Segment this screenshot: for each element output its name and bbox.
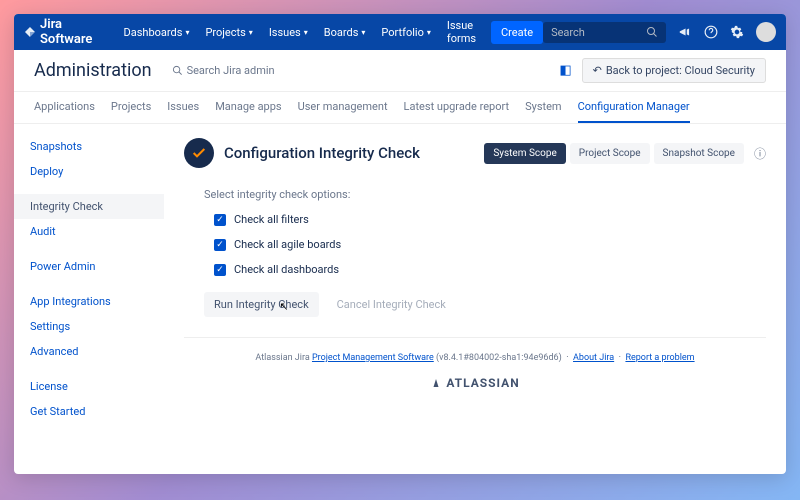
chevron-down-icon: ▾: [185, 28, 189, 37]
action-buttons: Run Integrity Check ↖ Cancel Integrity C…: [204, 292, 766, 317]
search-placeholder: Search: [551, 26, 646, 39]
integrity-check-icon: [184, 138, 214, 168]
search-icon: [172, 65, 183, 76]
option-agile-boards[interactable]: ✓ Check all agile boards: [214, 238, 766, 251]
checkbox-icon[interactable]: ✓: [214, 239, 226, 251]
global-search-input[interactable]: Search: [543, 22, 666, 43]
feedback-icon[interactable]: ◧: [559, 63, 571, 78]
scope-project-button[interactable]: Project Scope: [570, 143, 650, 164]
nav-issues[interactable]: Issues▾: [262, 22, 315, 43]
sidebar-item-settings[interactable]: Settings: [14, 314, 164, 339]
checkbox-icon[interactable]: ✓: [214, 264, 226, 276]
tab-user-management[interactable]: User management: [298, 92, 388, 123]
app-window: Jira Software Dashboards▾ Projects▾ Issu…: [14, 14, 786, 474]
divider: [184, 337, 766, 338]
sidebar-item-integrity-check[interactable]: Integrity Check: [14, 194, 164, 219]
atlassian-logo: ATLASSIAN: [184, 376, 766, 390]
about-jira-link[interactable]: About Jira: [573, 353, 614, 363]
search-icon: [646, 26, 658, 38]
pm-software-link[interactable]: Project Management Software: [312, 353, 434, 363]
sidebar-item-license[interactable]: License: [14, 374, 164, 399]
page-header: Configuration Integrity Check System Sco…: [184, 138, 766, 168]
sidebar-item-app-integrations[interactable]: App Integrations: [14, 289, 164, 314]
sidebar-item-get-started[interactable]: Get Started: [14, 399, 164, 424]
top-icons: [678, 22, 776, 42]
tab-configuration-manager[interactable]: Configuration Manager: [578, 92, 690, 123]
sidebar: Snapshots Deploy Integrity Check Audit P…: [14, 124, 164, 474]
nav-items: Dashboards▾ Projects▾ Issues▾ Boards▾ Po…: [117, 15, 544, 49]
jira-logo[interactable]: Jira Software: [24, 17, 107, 47]
nav-issue-forms[interactable]: Issue forms: [440, 15, 483, 49]
help-icon[interactable]: ⓘ: [754, 145, 766, 162]
tab-upgrade-report[interactable]: Latest upgrade report: [404, 92, 510, 123]
scope-buttons: System Scope Project Scope Snapshot Scop…: [484, 143, 766, 164]
avatar[interactable]: [756, 22, 776, 42]
chevron-down-icon: ▾: [427, 28, 431, 37]
tab-issues[interactable]: Issues: [167, 92, 199, 123]
back-to-project-button[interactable]: ↶ Back to project: Cloud Security: [582, 58, 766, 83]
atlassian-icon: [430, 377, 442, 389]
help-icon[interactable]: [704, 25, 718, 39]
options-label: Select integrity check options:: [204, 188, 766, 201]
product-name: Jira Software: [40, 17, 107, 47]
tab-system[interactable]: System: [525, 92, 562, 123]
nav-dashboards[interactable]: Dashboards▾: [117, 22, 197, 43]
scope-system-button[interactable]: System Scope: [484, 143, 565, 164]
chevron-down-icon: ▾: [249, 28, 253, 37]
report-problem-link[interactable]: Report a problem: [625, 353, 694, 363]
tab-projects[interactable]: Projects: [111, 92, 151, 123]
page-heading: Administration: [34, 60, 152, 81]
footer: Atlassian Jira Project Management Softwa…: [184, 350, 766, 366]
cursor-icon: ↖: [279, 300, 288, 313]
main-content: Configuration Integrity Check System Sco…: [164, 124, 786, 474]
admin-header: Administration Search Jira admin ◧ ↶ Bac…: [14, 50, 786, 92]
sidebar-item-advanced[interactable]: Advanced: [14, 339, 164, 364]
nav-portfolio[interactable]: Portfolio▾: [374, 22, 437, 43]
admin-tabs: Applications Projects Issues Manage apps…: [14, 92, 786, 124]
sidebar-item-snapshots[interactable]: Snapshots: [14, 134, 164, 159]
page-title: Configuration Integrity Check: [224, 144, 420, 162]
cancel-integrity-check-button: Cancel Integrity Check: [327, 292, 456, 317]
create-button[interactable]: Create: [491, 21, 543, 44]
sidebar-item-power-admin[interactable]: Power Admin: [14, 254, 164, 279]
back-arrow-icon: ↶: [593, 64, 602, 77]
scope-snapshot-button[interactable]: Snapshot Scope: [654, 143, 744, 164]
chevron-down-icon: ▾: [361, 28, 365, 37]
content-body: Snapshots Deploy Integrity Check Audit P…: [14, 124, 786, 474]
gear-icon[interactable]: [730, 25, 744, 39]
megaphone-icon[interactable]: [678, 25, 692, 39]
option-filters[interactable]: ✓ Check all filters: [214, 213, 766, 226]
nav-boards[interactable]: Boards▾: [317, 22, 373, 43]
tab-manage-apps[interactable]: Manage apps: [215, 92, 281, 123]
chevron-down-icon: ▾: [304, 28, 308, 37]
jira-icon: [24, 25, 36, 39]
tab-applications[interactable]: Applications: [34, 92, 95, 123]
global-nav: Jira Software Dashboards▾ Projects▾ Issu…: [14, 14, 786, 50]
sidebar-item-audit[interactable]: Audit: [14, 219, 164, 244]
checkbox-icon[interactable]: ✓: [214, 214, 226, 226]
admin-search[interactable]: Search Jira admin: [172, 64, 275, 77]
sidebar-item-deploy[interactable]: Deploy: [14, 159, 164, 184]
option-dashboards[interactable]: ✓ Check all dashboards: [214, 263, 766, 276]
run-integrity-check-button[interactable]: Run Integrity Check ↖: [204, 292, 319, 317]
nav-projects[interactable]: Projects▾: [198, 22, 259, 43]
